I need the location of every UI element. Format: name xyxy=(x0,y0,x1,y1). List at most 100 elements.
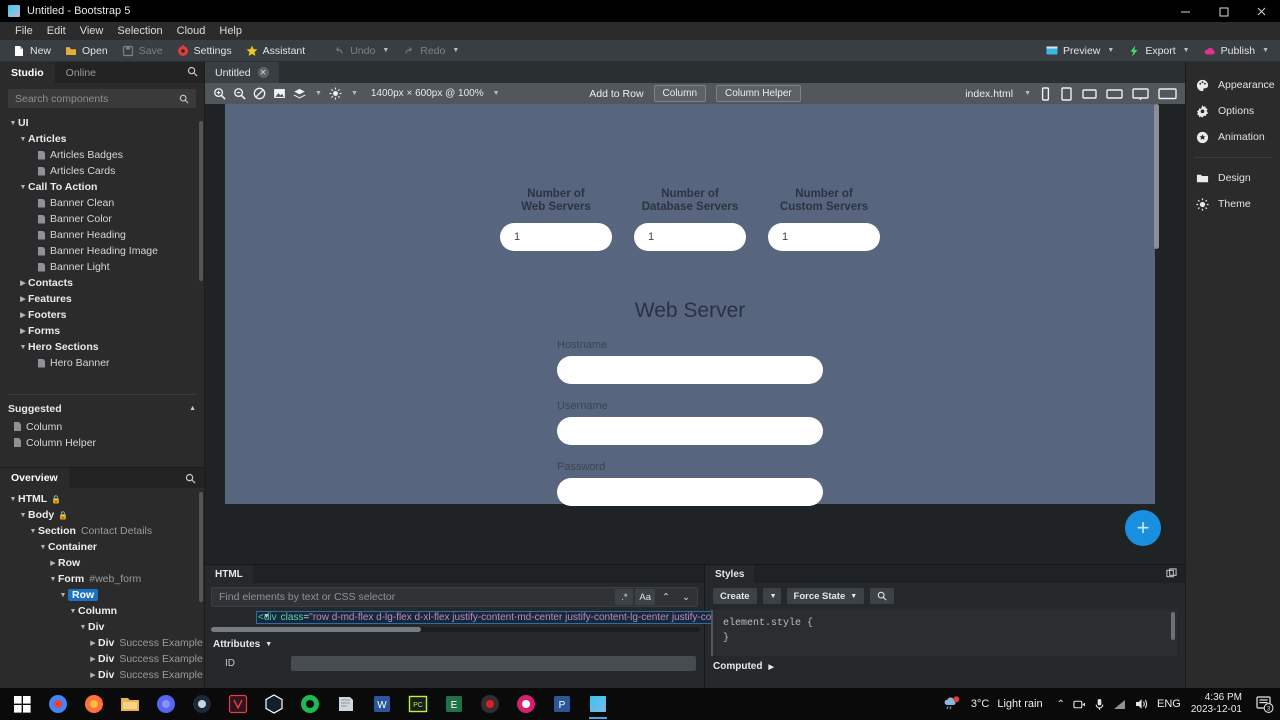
create-style-caret[interactable]: ▼ xyxy=(762,588,781,604)
styles-search-button[interactable] xyxy=(870,588,895,604)
tab-styles[interactable]: Styles xyxy=(705,565,755,583)
file-explorer-icon[interactable] xyxy=(112,688,148,720)
steam-icon[interactable] xyxy=(184,688,220,720)
component-group-forms[interactable]: ▶ Forms xyxy=(0,323,204,339)
close-icon[interactable]: ✕ xyxy=(257,67,269,78)
obs-icon[interactable] xyxy=(472,688,508,720)
firefox-icon[interactable] xyxy=(76,688,112,720)
computed-section-toggle[interactable]: Computed ▶ xyxy=(705,656,1185,672)
layers-icon[interactable] xyxy=(293,87,306,100)
new-button[interactable]: New xyxy=(6,42,58,60)
input-language[interactable]: ENG xyxy=(1157,698,1181,710)
component-group-footers[interactable]: ▶ Footers xyxy=(0,307,204,323)
tab-overview[interactable]: Overview xyxy=(0,467,69,489)
close-icon[interactable] xyxy=(1242,0,1280,22)
chevron-down-icon[interactable]: ▼ xyxy=(48,576,58,583)
powershell-icon[interactable]: P xyxy=(544,688,580,720)
vivaldi-icon[interactable] xyxy=(220,688,256,720)
chevron-down-icon[interactable]: ▼ xyxy=(18,512,28,519)
chevron-down-icon[interactable]: ▼ xyxy=(263,613,270,620)
canvas-area[interactable]: Number of Web Servers 1 Number of Database S… xyxy=(205,104,1185,564)
element-finder-input[interactable]: Find elements by text or CSS selector .*… xyxy=(211,587,698,607)
chevron-down-icon[interactable]: ▼ xyxy=(58,592,68,599)
laptop-icon[interactable] xyxy=(1106,87,1123,101)
chevron-down-icon[interactable]: ▼ xyxy=(78,624,88,631)
component-item-banner-light[interactable]: Banner Light xyxy=(0,259,204,275)
sidebar-item-options[interactable]: Options xyxy=(1186,98,1280,124)
field-input[interactable] xyxy=(557,356,823,384)
chevron-up-icon[interactable]: ⌃ xyxy=(1057,699,1065,710)
chevron-down-icon[interactable]: ▼ xyxy=(8,496,18,503)
notes-icon[interactable] xyxy=(328,688,364,720)
camera-icon[interactable] xyxy=(1073,698,1086,711)
canvas-page[interactable]: Number of Web Servers 1 Number of Database S… xyxy=(225,104,1155,506)
overview-node-div[interactable]: ▶ Div Success Example xyxy=(0,667,204,683)
styles-code-scrollbar[interactable] xyxy=(1171,612,1175,640)
zoom-out-icon[interactable] xyxy=(233,87,246,100)
component-item-banner-heading[interactable]: Banner Heading xyxy=(0,227,204,243)
menu-item-help[interactable]: Help xyxy=(212,22,249,40)
chevron-down-icon[interactable]: ▼ xyxy=(28,528,38,535)
menu-item-selection[interactable]: Selection xyxy=(110,22,169,40)
chevron-down-icon[interactable]: ▼ xyxy=(351,90,358,97)
field-input[interactable] xyxy=(557,417,823,445)
detach-panel-icon[interactable] xyxy=(1166,568,1177,582)
chevron-right-icon[interactable]: ▶ xyxy=(88,639,98,647)
chevron-right-icon[interactable]: ▶ xyxy=(48,559,58,567)
match-case-button[interactable]: Aa xyxy=(635,589,655,605)
maximize-icon[interactable] xyxy=(1204,0,1242,22)
desktop-icon[interactable] xyxy=(1132,87,1149,101)
no-preview-icon[interactable] xyxy=(253,87,266,100)
component-item-banner-clean[interactable]: Banner Clean xyxy=(0,195,204,211)
overview-tree-scrollbar[interactable] xyxy=(199,492,203,602)
brightness-icon[interactable] xyxy=(329,87,342,100)
overview-node-div[interactable]: ▶ Div Success Example xyxy=(0,635,204,651)
tab-online[interactable]: Online xyxy=(55,62,107,83)
canvas-scrollbar[interactable] xyxy=(1154,104,1159,249)
suggested-item-column-helper[interactable]: Column Helper xyxy=(0,435,204,451)
unity-icon[interactable] xyxy=(256,688,292,720)
file-select[interactable]: index.html xyxy=(965,88,1013,100)
pc-icon[interactable]: PC xyxy=(400,688,436,720)
chevron-up-icon[interactable]: ⌃ xyxy=(657,589,675,605)
menu-item-cloud[interactable]: Cloud xyxy=(170,22,213,40)
overview-node-div[interactable]: ▶ Div Success Example xyxy=(0,651,204,667)
menu-item-edit[interactable]: Edit xyxy=(40,22,73,40)
counter-input[interactable]: 1 xyxy=(500,223,612,251)
sidebar-item-appearance[interactable]: Appearance xyxy=(1186,72,1280,98)
insert-column-button[interactable]: Column xyxy=(653,85,707,102)
add-component-button[interactable]: + xyxy=(1125,510,1161,546)
component-group-hero-sections[interactable]: ▼ Hero Sections xyxy=(0,339,204,355)
chevron-down-icon[interactable]: ▼ xyxy=(18,136,28,143)
sidebar-item-animation[interactable]: Animation xyxy=(1186,124,1280,150)
chevron-down-icon[interactable]: ▼ xyxy=(265,641,272,648)
menu-item-view[interactable]: View xyxy=(73,22,111,40)
excel-icon[interactable]: E xyxy=(436,688,472,720)
overview-node-row[interactable]: ▶ Row xyxy=(0,555,204,571)
document-tab-untitled[interactable]: Untitled ✕ xyxy=(205,62,279,83)
overview-node-form[interactable]: ▼ Form #web_form xyxy=(0,571,204,587)
bootstrap-studio-icon[interactable] xyxy=(580,688,616,720)
overview-node-section[interactable]: ▼ Section Contact Details xyxy=(0,523,204,539)
counter-input[interactable]: 1 xyxy=(768,223,880,251)
chevron-right-icon[interactable]: ▶ xyxy=(18,295,28,303)
create-style-button[interactable]: Create xyxy=(713,588,757,604)
chevron-down-icon[interactable]: ▼ xyxy=(68,608,78,615)
component-item-hero-banner[interactable]: Hero Banner xyxy=(0,355,204,371)
chevron-down-icon[interactable]: ▼ xyxy=(452,47,459,54)
tablet-landscape-icon[interactable] xyxy=(1082,87,1097,101)
component-group-contacts[interactable]: ▶ Contacts xyxy=(0,275,204,291)
word-icon[interactable]: W xyxy=(364,688,400,720)
tab-studio[interactable]: Studio xyxy=(0,62,55,83)
volume-icon[interactable] xyxy=(1135,698,1149,710)
overview-node-row[interactable]: ▼ Row xyxy=(0,587,204,603)
chevron-down-icon[interactable]: ▼ xyxy=(8,120,18,127)
minimize-icon[interactable] xyxy=(1166,0,1204,22)
chevron-down-icon[interactable]: ▼ xyxy=(315,90,322,97)
chevron-down-icon[interactable]: ▼ xyxy=(1183,47,1190,54)
windows-start-icon[interactable] xyxy=(4,688,40,720)
panel-search-icon[interactable] xyxy=(187,66,198,80)
component-group-ui[interactable]: ▼ UI xyxy=(0,115,204,131)
chevron-down-icon[interactable]: ▼ xyxy=(18,344,28,351)
network-icon[interactable] xyxy=(1113,698,1127,710)
